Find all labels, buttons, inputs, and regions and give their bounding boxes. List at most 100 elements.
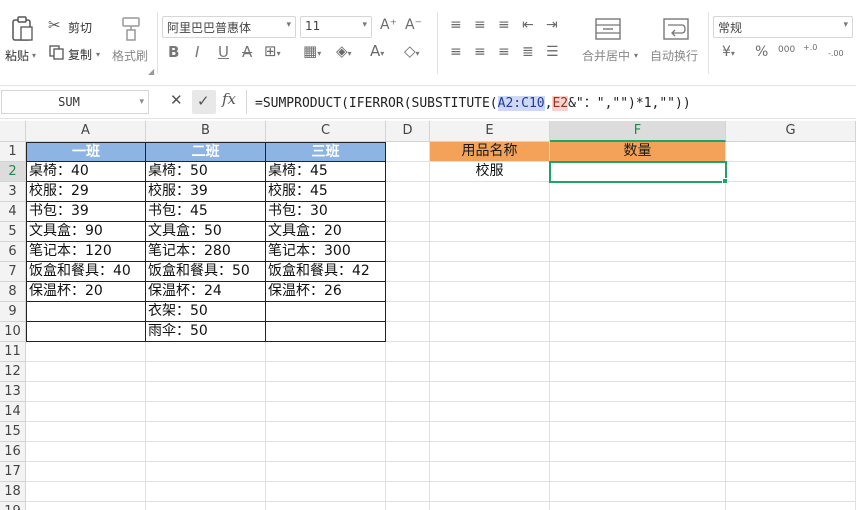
cell-e3[interactable] <box>430 182 550 202</box>
cell-d9[interactable] <box>386 302 430 322</box>
cell-c2[interactable]: 桌椅：45 <box>266 162 386 182</box>
align-right-icon[interactable]: ≡ <box>498 45 510 59</box>
cell-f2[interactable] <box>550 162 726 182</box>
cell-c13[interactable] <box>266 382 386 402</box>
confirm-button[interactable]: ✓ <box>192 90 216 114</box>
cell-f12[interactable] <box>550 362 726 382</box>
indent-decrease-icon[interactable]: ⇤ <box>522 18 534 32</box>
cell-b2[interactable]: 桌椅：50 <box>146 162 266 182</box>
cell-c8[interactable]: 保温杯：26 <box>266 282 386 302</box>
clear-format-icon[interactable]: ◇▾ <box>404 44 420 59</box>
cell-e7[interactable] <box>430 262 550 282</box>
cell-a8[interactable]: 保温杯：20 <box>26 282 146 302</box>
cell-a16[interactable] <box>26 442 146 462</box>
cell-style-icon[interactable]: ▦▾ <box>303 44 321 59</box>
cell-d4[interactable] <box>386 202 430 222</box>
merge-center-button[interactable]: 合并居中 ▾ <box>576 14 640 66</box>
column-header-b[interactable]: B <box>146 121 266 142</box>
column-header-e[interactable]: E <box>430 121 550 142</box>
cell-f7[interactable] <box>550 262 726 282</box>
row-header-9[interactable]: 9 <box>0 302 26 322</box>
cell-d5[interactable] <box>386 222 430 242</box>
cell-d3[interactable] <box>386 182 430 202</box>
cell-c4[interactable]: 书包：30 <box>266 202 386 222</box>
cell-d19[interactable] <box>386 502 430 510</box>
dialog-launcher-icon[interactable]: ◢ <box>148 67 154 76</box>
cell-d11[interactable] <box>386 342 430 362</box>
cell-g5[interactable] <box>726 222 856 242</box>
cell-e13[interactable] <box>430 382 550 402</box>
cell-g4[interactable] <box>726 202 856 222</box>
cell-d14[interactable] <box>386 402 430 422</box>
row-header-16[interactable]: 16 <box>0 442 26 462</box>
cell-e1[interactable]: 用品名称 <box>430 142 550 162</box>
cell-b15[interactable] <box>146 422 266 442</box>
cell-c9[interactable] <box>266 302 386 322</box>
cell-b3[interactable]: 校服：39 <box>146 182 266 202</box>
cell-g2[interactable] <box>726 162 856 182</box>
fill-handle[interactable] <box>722 178 728 184</box>
row-header-1[interactable]: 1 <box>0 142 26 162</box>
cell-a13[interactable] <box>26 382 146 402</box>
align-left-icon[interactable]: ≡ <box>450 45 462 59</box>
align-center-icon[interactable]: ≡ <box>474 45 486 59</box>
row-header-3[interactable]: 3 <box>0 182 26 202</box>
cell-f4[interactable] <box>550 202 726 222</box>
cell-g13[interactable] <box>726 382 856 402</box>
cell-e10[interactable] <box>430 322 550 342</box>
cell-b12[interactable] <box>146 362 266 382</box>
row-header-6[interactable]: 6 <box>0 242 26 262</box>
cell-a18[interactable] <box>26 482 146 502</box>
cell-c18[interactable] <box>266 482 386 502</box>
cell-d15[interactable] <box>386 422 430 442</box>
cell-f1[interactable]: 数量 <box>550 142 726 162</box>
cell-d18[interactable] <box>386 482 430 502</box>
cell-g8[interactable] <box>726 282 856 302</box>
cell-c6[interactable]: 笔记本：300 <box>266 242 386 262</box>
copy-dropdown-icon[interactable]: ▾ <box>96 50 100 59</box>
cell-b9[interactable]: 衣架：50 <box>146 302 266 322</box>
cell-e17[interactable] <box>430 462 550 482</box>
cell-f10[interactable] <box>550 322 726 342</box>
cell-g10[interactable] <box>726 322 856 342</box>
cell-e16[interactable] <box>430 442 550 462</box>
currency-button[interactable]: ¥▾ <box>722 45 735 59</box>
cell-b7[interactable]: 饭盒和餐具：50 <box>146 262 266 282</box>
cell-f15[interactable] <box>550 422 726 442</box>
cell-c11[interactable] <box>266 342 386 362</box>
cell-a10[interactable] <box>26 322 146 342</box>
cell-a9[interactable] <box>26 302 146 322</box>
cell-g17[interactable] <box>726 462 856 482</box>
cell-b8[interactable]: 保温杯：24 <box>146 282 266 302</box>
cell-b10[interactable]: 雨伞：50 <box>146 322 266 342</box>
font-name-select[interactable]: 阿里巴巴普惠体 ▾ <box>162 16 296 38</box>
cell-f6[interactable] <box>550 242 726 262</box>
strikethrough-button[interactable]: A <box>242 45 252 60</box>
cell-d13[interactable] <box>386 382 430 402</box>
row-header-18[interactable]: 18 <box>0 482 26 502</box>
cell-e4[interactable] <box>430 202 550 222</box>
cell-e15[interactable] <box>430 422 550 442</box>
cell-c12[interactable] <box>266 362 386 382</box>
cell-f9[interactable] <box>550 302 726 322</box>
cell-g12[interactable] <box>726 362 856 382</box>
row-header-15[interactable]: 15 <box>0 422 26 442</box>
cell-c5[interactable]: 文具盒：20 <box>266 222 386 242</box>
cell-b5[interactable]: 文具盒：50 <box>146 222 266 242</box>
cell-b14[interactable] <box>146 402 266 422</box>
select-all-corner[interactable] <box>0 121 26 142</box>
bold-button[interactable]: B <box>168 45 179 60</box>
cell-b13[interactable] <box>146 382 266 402</box>
cell-g15[interactable] <box>726 422 856 442</box>
cell-g3[interactable] <box>726 182 856 202</box>
cell-e14[interactable] <box>430 402 550 422</box>
cell-g6[interactable] <box>726 242 856 262</box>
row-header-19[interactable]: 19 <box>0 502 26 510</box>
cell-c7[interactable]: 饭盒和餐具：42 <box>266 262 386 282</box>
cell-d6[interactable] <box>386 242 430 262</box>
cancel-icon[interactable]: ✕ <box>170 93 183 108</box>
row-header-7[interactable]: 7 <box>0 262 26 282</box>
cell-c16[interactable] <box>266 442 386 462</box>
cell-a12[interactable] <box>26 362 146 382</box>
paste-button[interactable]: 粘贴 ▾ <box>2 14 42 66</box>
